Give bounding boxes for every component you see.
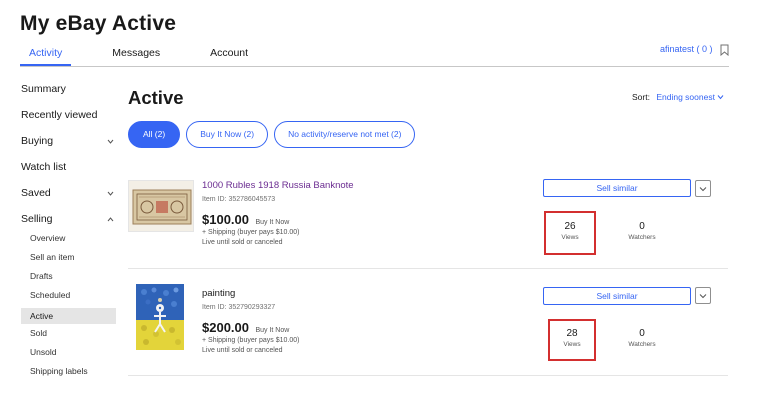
item-id: Item ID: 352786045573 xyxy=(202,196,276,203)
listing-divider xyxy=(128,375,728,376)
chevron-down-icon[interactable] xyxy=(717,92,724,102)
watchers-label: Watchers xyxy=(628,234,656,241)
sell-similar-button[interactable]: Sell similar xyxy=(543,179,691,197)
filter-all[interactable]: All (2) xyxy=(128,121,181,148)
sidebar-item-watch-list[interactable]: Watch list xyxy=(21,160,116,186)
bookmark-icon[interactable] xyxy=(720,43,729,61)
price: $200.00 xyxy=(202,320,249,335)
top-tabs: Activity Messages Account xyxy=(20,46,289,66)
sell-similar-button[interactable]: Sell similar xyxy=(543,287,691,305)
sidebar-item-label: Recently viewed xyxy=(21,109,98,121)
sidebar-sub-scheduled[interactable]: Scheduled xyxy=(21,289,116,308)
sidebar-item-label: Summary xyxy=(21,83,66,95)
listing-divider xyxy=(128,268,728,269)
sidebar-item-saved[interactable]: Saved xyxy=(21,186,116,212)
listing-thumbnail[interactable] xyxy=(136,284,184,350)
banknote-image xyxy=(129,181,193,231)
chevron-down-icon xyxy=(699,294,707,299)
chevron-down-icon[interactable] xyxy=(107,134,114,150)
listing-duration: Live until sold or canceled xyxy=(202,239,283,246)
tabs-divider xyxy=(20,66,729,67)
painting-image xyxy=(136,284,184,350)
views-count: 28 xyxy=(566,328,578,339)
sidebar-item-label: Buying xyxy=(21,135,54,147)
sidebar-sub-overview[interactable]: Overview xyxy=(21,232,116,251)
sidebar-item-summary[interactable]: Summary xyxy=(21,82,116,108)
filter-pills: All (2) Buy It Now (2) No activity/reser… xyxy=(128,121,421,148)
price: $100.00 xyxy=(202,212,249,227)
views-stat: 26 Views xyxy=(550,221,590,241)
filter-buy-it-now[interactable]: Buy It Now (2) xyxy=(186,121,269,148)
views-stat: 28 Views xyxy=(552,328,592,348)
sidebar-item-label: Saved xyxy=(21,187,51,199)
sidebar-item-label: Selling xyxy=(21,213,53,225)
sidebar-sub-active[interactable]: Active xyxy=(21,308,116,324)
sidebar-sub-sell-an-item[interactable]: Sell an item xyxy=(21,251,116,270)
sidebar-item-selling[interactable]: Selling xyxy=(21,212,116,232)
listing-title[interactable]: 1000 Rubles 1918 Russia Banknote xyxy=(202,180,354,191)
chevron-up-icon[interactable] xyxy=(107,212,114,228)
sidebar-sub-unsold[interactable]: Unsold xyxy=(21,346,116,365)
price-row: $100.00 Buy It Now xyxy=(202,211,289,229)
item-id: Item ID: 352790293327 xyxy=(202,304,276,311)
sidebar-sub-drafts[interactable]: Drafts xyxy=(21,270,116,289)
sidebar: Summary Recently viewed Buying Watch lis… xyxy=(21,82,116,384)
watchers-count: 0 xyxy=(639,221,645,232)
sort-value[interactable]: Ending soonest xyxy=(656,92,715,102)
sidebar-sub-shipping-labels[interactable]: Shipping labels xyxy=(21,365,116,384)
sidebar-sub-sold[interactable]: Sold xyxy=(21,327,116,346)
tab-activity[interactable]: Activity xyxy=(20,46,72,66)
shipping-info: + Shipping (buyer pays $10.00) xyxy=(202,337,300,344)
watchers-stat: 0 Watchers xyxy=(622,328,662,348)
tab-messages[interactable]: Messages xyxy=(103,46,169,66)
filter-no-activity[interactable]: No activity/reserve not met (2) xyxy=(274,121,416,148)
price-type: Buy It Now xyxy=(255,219,290,226)
listing-thumbnail[interactable] xyxy=(128,180,194,232)
price-type: Buy It Now xyxy=(255,327,290,334)
views-label: Views xyxy=(561,234,579,241)
more-actions-button[interactable] xyxy=(695,180,711,197)
tab-account[interactable]: Account xyxy=(201,46,257,66)
section-title: Active xyxy=(128,87,184,108)
views-count: 26 xyxy=(564,221,576,232)
listing-duration: Live until sold or canceled xyxy=(202,347,283,354)
sidebar-item-recently-viewed[interactable]: Recently viewed xyxy=(21,108,116,134)
sort-control[interactable]: Sort: Ending soonest xyxy=(632,92,724,102)
price-row: $200.00 Buy It Now xyxy=(202,319,289,337)
shipping-info: + Shipping (buyer pays $10.00) xyxy=(202,229,300,236)
chevron-down-icon[interactable] xyxy=(107,186,114,202)
watchers-label: Watchers xyxy=(628,341,656,348)
watchers-count: 0 xyxy=(639,328,645,339)
listing-title[interactable]: painting xyxy=(202,288,235,299)
sidebar-item-label: Watch list xyxy=(21,161,67,173)
sidebar-item-buying[interactable]: Buying xyxy=(21,134,116,160)
watchers-stat: 0 Watchers xyxy=(622,221,662,241)
sort-label: Sort: xyxy=(632,92,650,102)
page-title: My eBay Active xyxy=(20,12,177,35)
views-label: Views xyxy=(563,341,581,348)
user-link[interactable]: afinatest ( 0 ) xyxy=(660,44,713,54)
chevron-down-icon xyxy=(699,187,707,192)
more-actions-button[interactable] xyxy=(695,287,711,304)
